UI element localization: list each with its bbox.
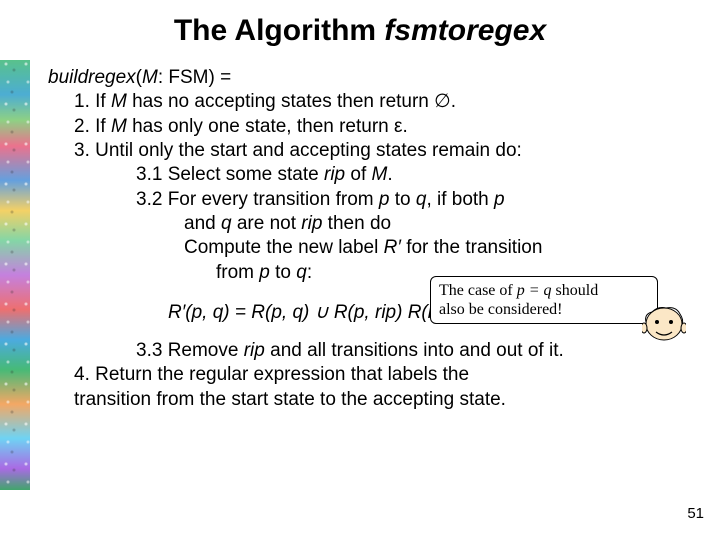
s32l2b: are not (232, 213, 302, 234)
decorative-sidebar (0, 60, 30, 490)
s1m: M (111, 91, 127, 112)
s2b: has only one state, then return (127, 116, 394, 137)
compa: Compute the new label (184, 237, 384, 258)
note-l1a: The case of (439, 282, 517, 299)
s32a: 3.2 For every transition from (136, 189, 379, 210)
note-l1b: should (552, 282, 599, 299)
algorithm-body: buildregex(M: FSM) = 1. If M has no acce… (48, 66, 688, 412)
title-prefix: The Algorithm (174, 14, 385, 47)
s31rip: rip (324, 164, 345, 185)
s4a: 4. Return the regular expression that la… (74, 364, 469, 385)
compl2c: : (307, 262, 312, 283)
note-eq: p = q (517, 282, 552, 299)
colon: : (158, 67, 169, 88)
s32p: p (379, 189, 390, 210)
step-3-3: 3.3 Remove rip and all transitions into … (136, 339, 688, 363)
page-title: The Algorithm fsmtoregex (0, 0, 720, 58)
compl2b: to (270, 262, 296, 283)
s2m: M (111, 116, 127, 137)
s33a: 3.3 Remove (136, 340, 244, 361)
equals: = (215, 67, 231, 88)
fn-arg: M (142, 67, 158, 88)
s32l2a: and (184, 213, 221, 234)
s4b: transition from the start state to the a… (74, 389, 506, 410)
empty-set-icon: ∅ (434, 91, 451, 112)
s32p2: p (494, 189, 505, 210)
step-3-1: 3.1 Select some state rip of M. (136, 163, 688, 187)
signature-line: buildregex(M: FSM) = (48, 66, 688, 90)
step-3: 3. Until only the start and accepting st… (74, 139, 688, 163)
s33rip: rip (244, 340, 265, 361)
s31a: 3.1 Select some state (136, 164, 324, 185)
step-3-2-line2: and q are not rip then do (184, 212, 688, 236)
step-4-line2: transition from the start state to the a… (74, 388, 688, 412)
step-1: 1. If M has no accepting states then ret… (74, 90, 688, 114)
note-line1: The case of p = q should (439, 281, 649, 300)
s2a: 2. If (74, 116, 111, 137)
s1b: has no accepting states then return (127, 91, 434, 112)
s32l2rip: rip (301, 213, 322, 234)
s31m: M (372, 164, 388, 185)
compb: for the transition (401, 237, 543, 258)
compr: R′ (384, 237, 401, 258)
fn-type: FSM (168, 67, 208, 88)
s33b: and all transitions into and out of it. (265, 340, 564, 361)
compute-line1: Compute the new label R′ for the transit… (184, 236, 688, 260)
callout-note: The case of p = q should also be conside… (430, 276, 658, 324)
compl2a: from (216, 262, 259, 283)
title-algorithm-name: fsmtoregex (384, 14, 546, 47)
s3: 3. Until only the start and accepting st… (74, 140, 522, 161)
epsilon-icon: ε (394, 116, 402, 137)
step-2: 2. If M has only one state, then return … (74, 115, 688, 139)
step-4-line1: 4. Return the regular expression that la… (74, 363, 688, 387)
fn-name: buildregex (48, 67, 136, 88)
s32q: q (416, 189, 427, 210)
s32c: , if both (426, 189, 494, 210)
s32l2c: then do (322, 213, 391, 234)
s31b: of (345, 164, 371, 185)
compl2q: q (296, 262, 307, 283)
s2c: . (403, 116, 408, 137)
s32l2q: q (221, 213, 232, 234)
s1c: . (451, 91, 456, 112)
note-line2: also be considered! (439, 300, 649, 319)
compl2p: p (259, 262, 270, 283)
face-icon (642, 302, 686, 346)
s1a: 1. If (74, 91, 111, 112)
s32b: to (389, 189, 415, 210)
page-number: 51 (687, 505, 704, 522)
step-3-2-line1: 3.2 For every transition from p to q, if… (136, 188, 688, 212)
s31c: . (387, 164, 392, 185)
